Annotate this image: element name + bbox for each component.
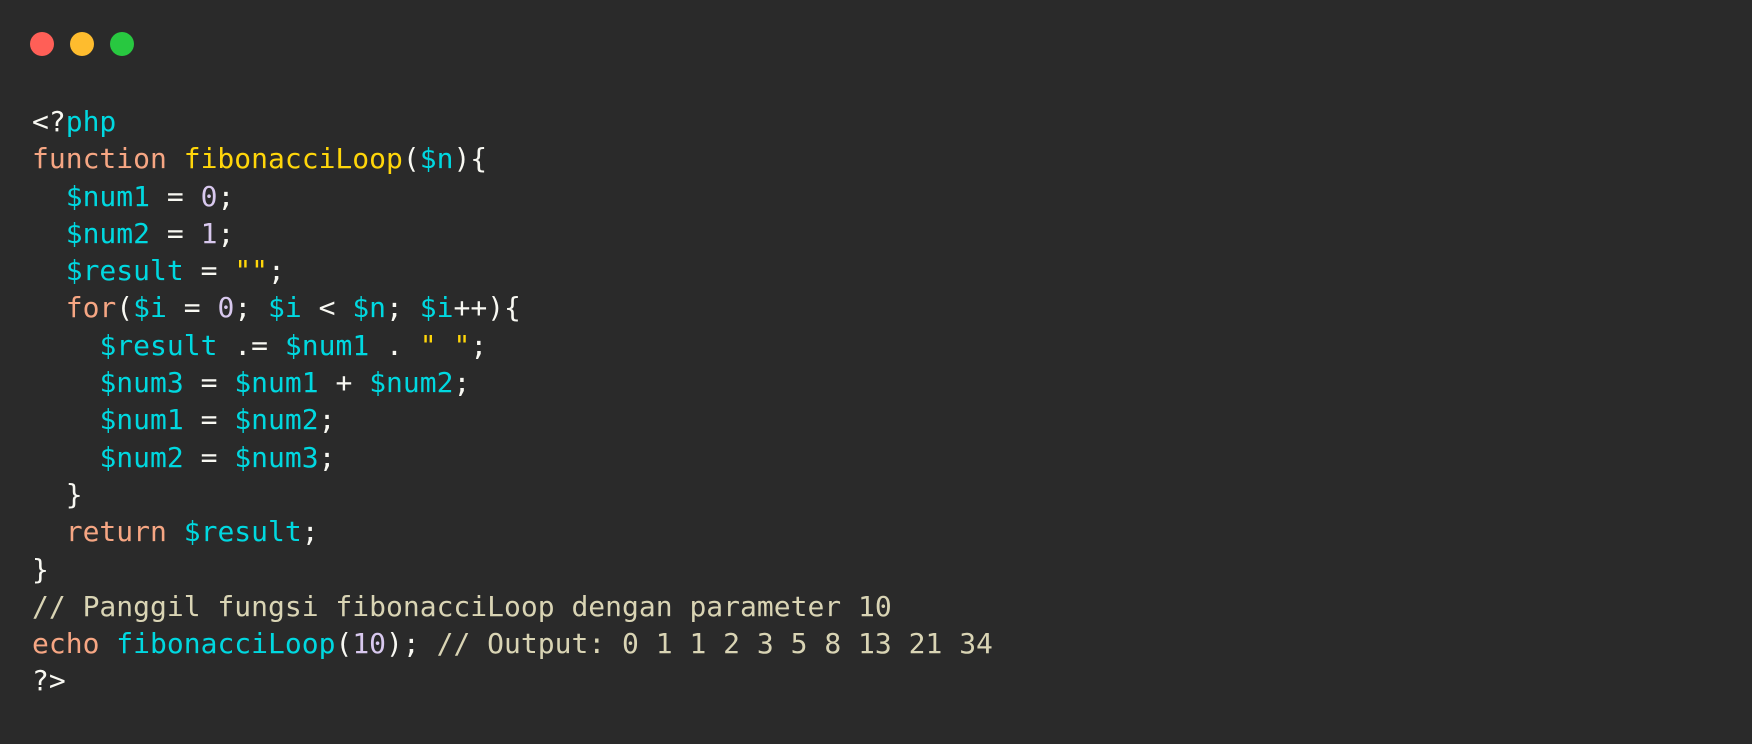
code-token: ( (335, 627, 353, 661)
code-token: echo (32, 627, 100, 661)
code-token: ; (318, 403, 336, 437)
code-token: for (65, 291, 117, 325)
code-token: ; (268, 254, 285, 288)
code-line: $result = ""; (32, 252, 993, 289)
code-line: $num2 = $num3; (32, 439, 993, 476)
code-token: $num2 (234, 403, 319, 437)
code-token: $num1 (234, 366, 319, 400)
close-window-button[interactable] (30, 32, 54, 56)
code-line: function fibonacciLoop($n){ (32, 140, 993, 177)
code-line: $num1 = $num2; (32, 401, 993, 438)
code-token: "" (234, 254, 269, 288)
code-token: $result (65, 254, 184, 288)
code-token: = (166, 291, 218, 325)
code-line: $num2 = 1; (32, 215, 993, 252)
code-line: $result .= $num1 . " "; (32, 327, 993, 364)
code-line: return $result; (32, 513, 993, 550)
code-token: $n (352, 291, 387, 325)
code-token: $result (99, 328, 218, 362)
code-token: = (150, 216, 201, 250)
code-token: ; (217, 216, 235, 250)
code-token: ; (217, 179, 235, 213)
code-line: } (32, 476, 993, 513)
code-token: < (301, 291, 353, 325)
code-token: ++){ (453, 291, 521, 325)
code-block: <?php function fibonacciLoop($n){ $num1 =… (32, 103, 993, 700)
code-token: ; (470, 328, 488, 362)
code-line: $num1 = 0; (32, 178, 993, 215)
code-token: ( (116, 291, 134, 325)
code-token: php (65, 105, 117, 138)
code-token: ; (234, 291, 269, 325)
code-token: ; (386, 291, 420, 325)
code-token: $num3 (234, 440, 319, 474)
code-token: ){ (453, 142, 488, 176)
code-token: $num2 (369, 366, 454, 400)
code-token: ); (386, 627, 437, 661)
code-line: $num3 = $num1 + $num2; (32, 364, 993, 401)
code-token: $i (133, 291, 167, 325)
code-token: . (369, 328, 420, 362)
code-token: $i (419, 291, 454, 325)
code-token: // Output: 0 1 1 2 3 5 8 13 21 34 (436, 627, 993, 661)
code-token: } (32, 552, 49, 586)
code-token: = (183, 254, 235, 288)
code-line: <?php (32, 103, 993, 140)
code-token: .= (217, 328, 285, 362)
code-token: = (183, 366, 235, 400)
code-token: $num2 (65, 216, 151, 250)
code-token: = (183, 403, 235, 437)
code-token: function (32, 142, 167, 176)
code-token: ( (402, 142, 420, 176)
code-token: = (183, 440, 235, 474)
code-token: } (32, 477, 83, 511)
code-token: $num1 (284, 328, 370, 362)
code-token: fibonacciLoop (183, 142, 403, 176)
code-line: for($i = 0; $i < $n; $i++){ (32, 289, 993, 326)
code-token: $num1 (65, 179, 151, 213)
window-controls (30, 32, 134, 56)
code-token: = (150, 179, 201, 213)
code-token: return (65, 515, 167, 549)
code-line: // Panggil fungsi fibonacciLoop dengan p… (32, 588, 993, 625)
code-token: $num3 (99, 366, 184, 400)
code-token: ?> (32, 664, 66, 698)
code-window: <?php function fibonacciLoop($n){ $num1 =… (0, 0, 1752, 744)
code-token: 1 (200, 216, 218, 250)
minimize-window-button[interactable] (70, 32, 94, 56)
code-token: $result (183, 515, 302, 549)
code-token: + (318, 366, 370, 400)
code-token: ; (318, 440, 336, 474)
code-line: } (32, 551, 993, 588)
code-line: echo fibonacciLoop(10); // Output: 0 1 1… (32, 625, 993, 662)
code-token: $i (268, 291, 302, 325)
code-token: 0 (200, 179, 218, 213)
code-token: 10 (352, 627, 387, 661)
code-token: $n (419, 142, 454, 176)
code-token: ; (453, 366, 471, 400)
code-token: ; (301, 515, 319, 549)
code-token: " " (419, 328, 471, 362)
code-line: ?> (32, 662, 993, 699)
code-token: <? (32, 105, 66, 138)
code-token: 0 (217, 291, 235, 325)
maximize-window-button[interactable] (110, 32, 134, 56)
code-token: $num1 (99, 403, 184, 437)
code-token: $num2 (99, 440, 184, 474)
code-token: fibonacciLoop (116, 627, 336, 661)
code-token: // Panggil fungsi fibonacciLoop dengan p… (32, 589, 892, 623)
